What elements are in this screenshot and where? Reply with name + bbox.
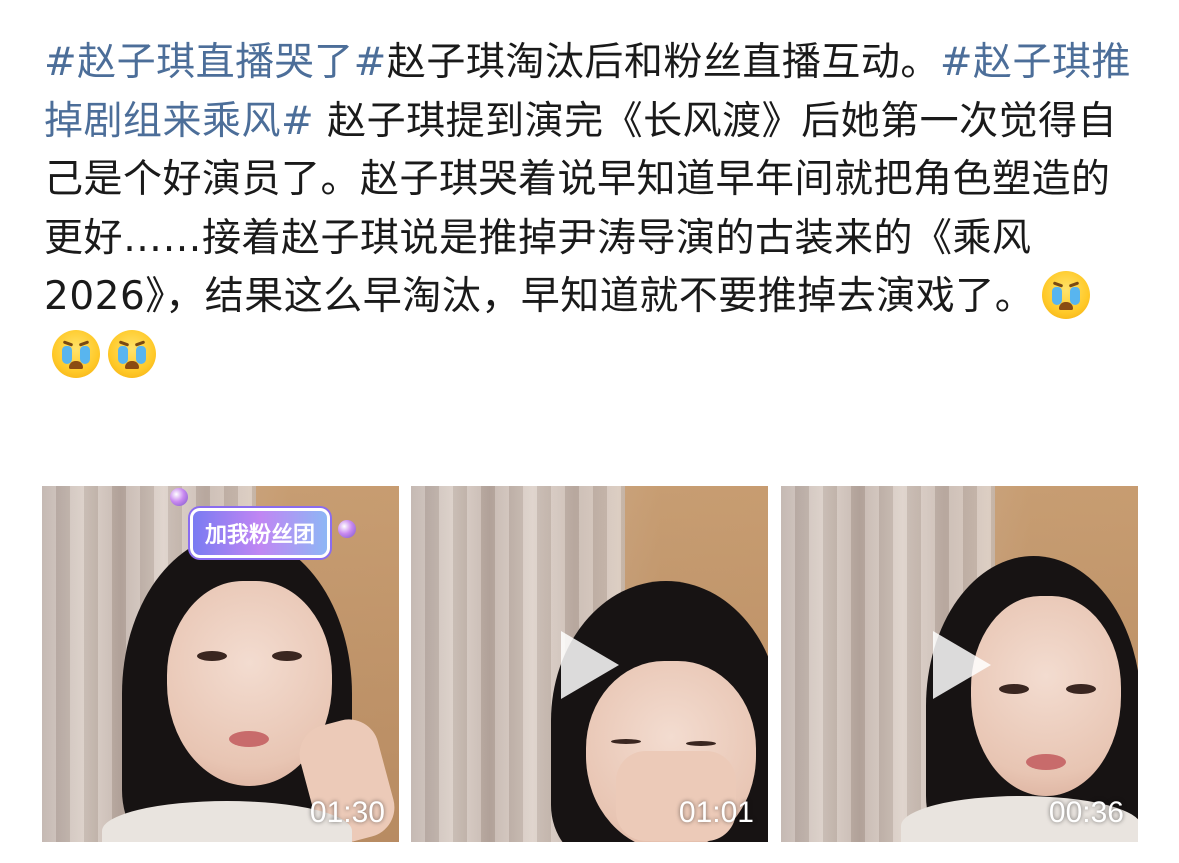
video-thumbnail[interactable]: 00:36 bbox=[781, 486, 1138, 842]
play-icon[interactable] bbox=[933, 631, 991, 699]
video-gallery: 加我粉丝团 01:30 01:01 00:36 bbox=[42, 486, 1138, 842]
disco-ball-icon bbox=[170, 488, 188, 506]
crying-face-icon bbox=[1042, 271, 1091, 319]
fan-club-badge[interactable]: 加我粉丝团 bbox=[190, 508, 331, 558]
play-icon[interactable] bbox=[561, 631, 619, 699]
hashtag-link[interactable]: #赵子琪直播哭了# bbox=[44, 40, 387, 85]
video-duration: 00:36 bbox=[1048, 796, 1124, 829]
disco-ball-icon bbox=[338, 520, 356, 538]
video-thumbnail[interactable]: 加我粉丝团 01:30 bbox=[42, 486, 399, 842]
person-face bbox=[971, 596, 1121, 796]
crying-face-icon bbox=[52, 329, 100, 378]
video-duration: 01:01 bbox=[678, 796, 754, 829]
video-thumbnail[interactable]: 01:01 bbox=[411, 486, 768, 842]
post-text-segment: 赵子琪淘汰后和粉丝直播互动。 bbox=[386, 40, 940, 85]
crying-face-icon bbox=[108, 329, 156, 378]
post-text: #赵子琪直播哭了#赵子琪淘汰后和粉丝直播互动。#赵子琪推掉剧组来乘风# 赵子琪提… bbox=[44, 34, 1144, 385]
video-duration: 01:30 bbox=[309, 796, 385, 829]
